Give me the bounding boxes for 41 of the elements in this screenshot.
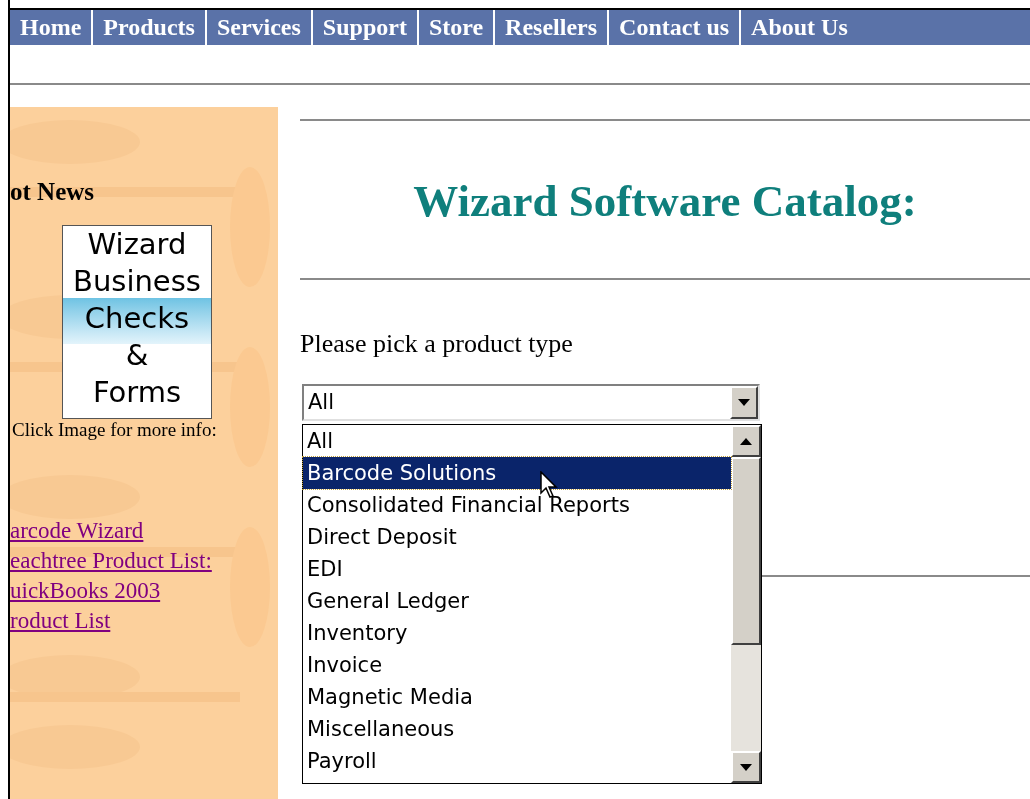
dropdown-option[interactable]: EDI (303, 553, 731, 585)
scroll-down-button[interactable] (731, 751, 761, 783)
dropdown-option[interactable]: All (303, 425, 731, 457)
select-value: All (307, 388, 336, 416)
dropdown-option[interactable]: Magnetic Media (303, 681, 731, 713)
dropdown-option[interactable]: Inventory (303, 617, 731, 649)
image-text: Business (73, 263, 201, 300)
scrollbar-thumb[interactable] (731, 457, 761, 645)
sidebar-link[interactable]: uickBooks 2003 (10, 576, 161, 606)
image-text: Wizard (87, 226, 187, 263)
product-image[interactable]: Wizard Business Checks & Forms (62, 225, 212, 419)
image-text: & (125, 337, 149, 374)
product-type-select[interactable]: All (302, 384, 760, 421)
sidebar-link[interactable]: eachtree Product List: (10, 546, 212, 576)
dropdown-option[interactable]: Consolidated Financial Reports (303, 489, 731, 521)
sidebar-heading: ot News (10, 177, 94, 207)
caret-down-icon (738, 399, 750, 406)
sidebar-link[interactable]: arcode Wizard (10, 516, 144, 546)
nav-link[interactable]: Services (204, 10, 311, 45)
scroll-up-button[interactable] (731, 425, 761, 457)
image-caption: Click Image for more info: (12, 419, 217, 441)
dropdown-option[interactable]: Invoice (303, 649, 731, 681)
nav-link[interactable]: Resellers (493, 10, 608, 45)
page-title: Wizard Software Catalog: (412, 175, 918, 228)
nav-link[interactable]: Support (310, 10, 417, 45)
nav-link[interactable]: Home (10, 10, 92, 45)
dropdown-option[interactable]: Direct Deposit (303, 521, 731, 553)
dropdown-option[interactable]: Barcode Solutions (303, 457, 731, 489)
dropdown-option[interactable]: Miscellaneous (303, 713, 731, 745)
nav-link[interactable]: Store (416, 10, 494, 45)
image-text: Forms (92, 374, 182, 411)
dropdown-option[interactable]: Payroll (303, 745, 731, 777)
image-text: Checks (84, 300, 190, 337)
nav-link[interactable]: Products (91, 10, 205, 45)
prompt-text: Please pick a product type (300, 329, 573, 359)
caret-down-icon (740, 763, 752, 771)
dropdown-option[interactable]: General Ledger (303, 585, 731, 617)
sidebar-link[interactable]: roduct List (10, 606, 111, 636)
nav-link[interactable]: Contact us (607, 10, 740, 45)
caret-up-icon (740, 437, 752, 445)
nav-link[interactable]: About Us (739, 10, 858, 45)
